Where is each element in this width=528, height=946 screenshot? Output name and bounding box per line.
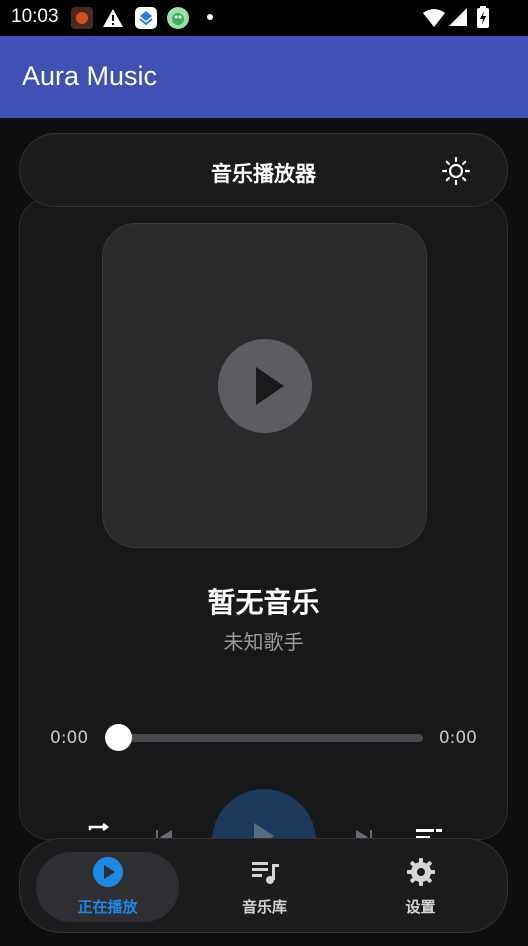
notification-app-icon <box>135 7 157 29</box>
app-bar: Aura Music <box>0 36 528 118</box>
nav-item-library[interactable]: 音乐库 <box>193 852 336 922</box>
player-header: 音乐播放器 <box>19 133 508 207</box>
battery-icon <box>476 6 490 28</box>
player-card: 暂无音乐 未知歌手 0:00 0:00 <box>19 197 508 840</box>
header-title: 音乐播放器 <box>211 162 316 186</box>
status-bar: 10:03 <box>0 0 528 36</box>
nav-item-settings[interactable]: 设置 <box>349 852 492 922</box>
library-music-icon <box>252 862 279 884</box>
nav-label: 音乐库 <box>241 898 287 916</box>
signal-icon <box>449 8 467 26</box>
warning-icon <box>102 7 124 29</box>
theme-toggle-button[interactable] <box>441 156 471 186</box>
gear-icon <box>407 858 435 886</box>
play-circle-icon <box>93 857 123 887</box>
app-title: Aura Music <box>22 61 158 91</box>
status-time: 10:03 <box>11 6 59 27</box>
wifi-icon <box>423 8 445 28</box>
playback-controls <box>20 198 507 839</box>
bottom-navigation: 正在播放 音乐库 设置 <box>19 838 508 933</box>
more-notifications-dot <box>207 14 213 20</box>
notification-app-icon <box>71 7 93 29</box>
nav-label: 设置 <box>405 898 436 916</box>
nav-item-now-playing[interactable]: 正在播放 <box>36 852 179 922</box>
notification-app-icon <box>167 7 189 29</box>
play-pause-button[interactable] <box>212 789 316 839</box>
sun-icon <box>441 156 471 186</box>
nav-label: 正在播放 <box>77 898 138 916</box>
